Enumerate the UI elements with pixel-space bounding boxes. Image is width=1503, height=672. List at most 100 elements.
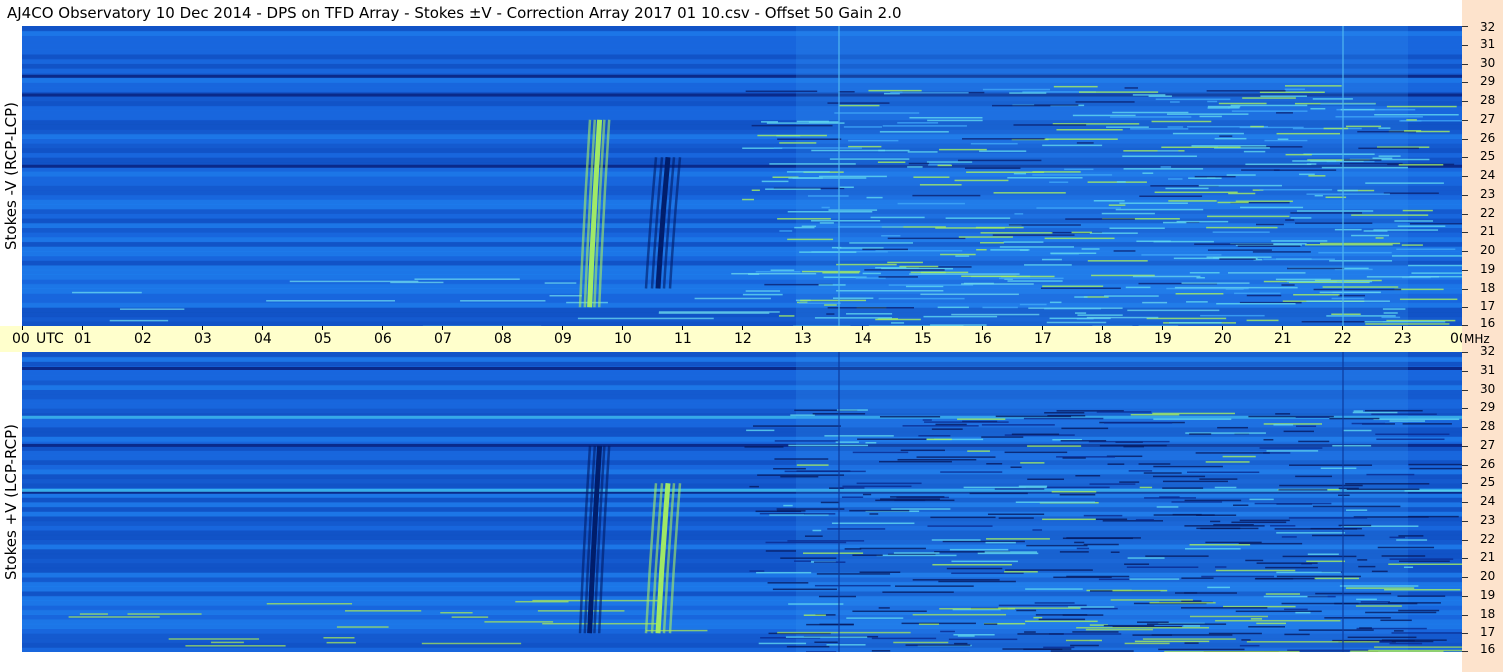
time-tick-label: 10	[614, 331, 632, 347]
rfi-streak	[336, 626, 389, 628]
rfi-streak	[1189, 433, 1212, 435]
rfi-streak	[1132, 275, 1201, 278]
time-tick-label: 08	[494, 331, 512, 347]
rfi-streak	[986, 538, 1050, 540]
rfi-streak	[1005, 569, 1093, 571]
rfi-streak	[865, 442, 877, 444]
rfi-streak	[414, 278, 520, 280]
rfi-streak	[807, 195, 849, 197]
rfi-streak	[1132, 94, 1166, 96]
rfi-streak	[1404, 490, 1462, 492]
rfi-streak	[990, 249, 1030, 251]
rfi-streak	[765, 550, 797, 552]
rfi-streak	[1275, 413, 1291, 415]
rfi-streak	[1265, 566, 1318, 569]
time-tick-label: 18	[1094, 331, 1112, 347]
rfi-streak	[986, 463, 1003, 465]
rfi-streak	[1239, 519, 1290, 522]
rfi-streak	[451, 616, 489, 618]
rfi-streak	[1312, 505, 1401, 508]
rfi-streak	[1065, 639, 1102, 642]
rfi-streak	[927, 119, 983, 122]
time-tick-label: 11	[674, 331, 692, 347]
rfi-streak	[1371, 570, 1388, 573]
rfi-streak	[1290, 217, 1312, 219]
time-tick-mark	[1342, 326, 1343, 330]
rfi-streak	[951, 313, 1040, 316]
rfi-streak	[1326, 315, 1396, 317]
rfi-streak	[1044, 138, 1118, 140]
rfi-streak	[940, 630, 955, 633]
rfi-streak	[749, 485, 759, 488]
rfi-streak	[1276, 532, 1346, 534]
rfi-streak	[940, 471, 1003, 473]
rfi-streak	[1399, 560, 1450, 562]
rfi-streak	[780, 557, 837, 559]
time-tick-mark	[502, 326, 503, 330]
rfi-streak	[1007, 280, 1063, 282]
time-tick-label: 21	[1274, 331, 1292, 347]
rfi-streak	[1187, 471, 1260, 474]
rfi-streak	[1239, 644, 1260, 647]
rfi-streak	[875, 250, 963, 252]
rfi-streak	[819, 222, 834, 224]
rfi-streak	[1158, 648, 1245, 651]
rfi-streak	[1154, 191, 1238, 194]
rfi-streak	[946, 567, 1003, 570]
frequency-tick-mark	[1462, 445, 1468, 447]
rfi-streak	[773, 467, 806, 470]
rfi-streak	[852, 610, 927, 613]
rfi-streak	[907, 151, 938, 153]
rfi-streak	[1276, 571, 1341, 574]
rfi-streak	[784, 470, 866, 473]
rfi-streak	[1371, 413, 1437, 415]
rfi-streak	[1373, 418, 1460, 421]
rfi-streak	[1142, 638, 1236, 640]
rfi-streak	[1285, 153, 1312, 156]
rfi-streak	[1183, 625, 1201, 627]
frequency-tick-mark	[1462, 427, 1468, 428]
rfi-streak	[1219, 135, 1233, 137]
rfi-streak	[1151, 120, 1212, 123]
rfi-streak	[927, 525, 993, 527]
rfi-streak	[982, 306, 1018, 309]
rfi-streak	[1104, 295, 1159, 297]
rfi-streak	[1075, 101, 1135, 103]
rfi-streak	[1376, 438, 1445, 441]
rfi-streak	[1042, 285, 1104, 288]
rfi-streak	[1164, 650, 1300, 652]
frequency-tick-label: 25	[1480, 475, 1496, 490]
rfi-streak	[1162, 487, 1204, 489]
rfi-streak	[824, 435, 894, 437]
frequency-tick-label: 23	[1480, 186, 1496, 201]
rfi-streak	[1285, 219, 1295, 221]
rfi-streak	[1246, 641, 1380, 643]
rfi-streak	[818, 284, 846, 286]
rfi-streak	[1331, 313, 1361, 315]
rfi-streak	[827, 306, 914, 309]
rfi-streak	[778, 315, 795, 317]
rfi-streak	[1103, 624, 1155, 627]
frequency-tick-mark	[1462, 651, 1468, 652]
rfi-streak	[1334, 602, 1418, 605]
rfi-streak	[780, 475, 819, 478]
rfi-streak	[1076, 626, 1210, 629]
rfi-streak	[1125, 286, 1151, 289]
rfi-streak	[289, 280, 419, 283]
rfi-streak	[1279, 484, 1363, 487]
rfi-streak	[1305, 244, 1393, 246]
rfi-streak	[951, 560, 1018, 563]
frequency-tick-mark	[1462, 194, 1468, 196]
rfi-streak	[1200, 314, 1265, 317]
frequency-tick-label: 22	[1480, 531, 1496, 546]
rfi-streak	[1059, 551, 1089, 553]
rfi-streak	[1222, 455, 1256, 458]
rfi-streak	[893, 552, 940, 554]
rfi-streak	[864, 269, 945, 271]
rfi-streak	[862, 493, 872, 496]
rfi-streak	[1153, 240, 1214, 243]
rfi-streak	[694, 297, 771, 300]
rfi-streak	[1095, 518, 1128, 521]
rfi-streak	[1343, 429, 1372, 432]
rfi-streak	[1174, 286, 1298, 289]
